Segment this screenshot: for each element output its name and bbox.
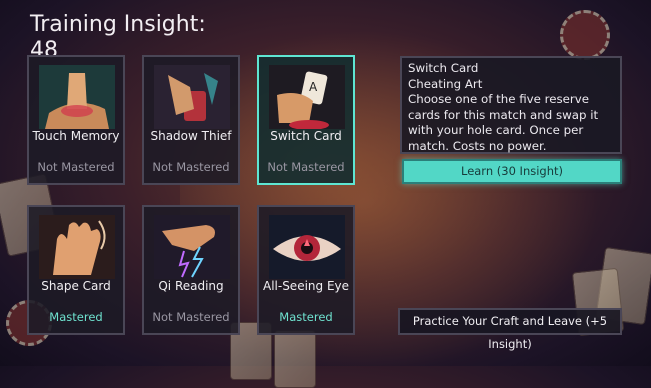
skill-card-status: Mastered xyxy=(279,310,333,324)
skill-card-name: Shadow Thief xyxy=(150,129,232,143)
skill-card-name: All-Seeing Eye xyxy=(262,279,350,293)
skill-card-name: Shape Card xyxy=(41,279,111,293)
detail-skill-name: Switch Card xyxy=(408,61,479,75)
practice-and-leave-button[interactable]: Practice Your Craft and Leave (+5 Insigh… xyxy=(398,308,622,351)
skill-card-all-seeing-eye[interactable]: All-Seeing Eye Mastered xyxy=(257,205,355,335)
skill-card-name: Touch Memory xyxy=(32,129,120,143)
skill-card-status: Not Mastered xyxy=(152,160,230,174)
finger-touch-icon xyxy=(39,65,115,129)
hand-switch-card-icon: A xyxy=(269,65,345,129)
skill-card-qi-reading[interactable]: Qi Reading Not Mastered xyxy=(142,205,240,335)
skill-card-status: Not Mastered xyxy=(267,160,345,174)
skill-card-status: Mastered xyxy=(49,310,103,324)
title-label: Training Insight: xyxy=(30,12,206,37)
hand-holding-card-icon xyxy=(154,65,230,129)
skill-card-shadow-thief[interactable]: Shadow Thief Not Mastered xyxy=(142,55,240,185)
skill-card-name: Qi Reading xyxy=(158,279,224,293)
skill-card-status: Not Mastered xyxy=(37,160,115,174)
eye-icon xyxy=(269,215,345,279)
skill-card-name: Switch Card xyxy=(270,129,342,143)
open-palm-icon xyxy=(39,215,115,279)
poker-chip xyxy=(560,10,610,60)
detail-skill-description: Choose one of the five reserve cards for… xyxy=(408,92,599,153)
skill-card-shape-card[interactable]: Shape Card Mastered xyxy=(27,205,125,335)
svg-text:A: A xyxy=(309,80,318,94)
learn-button[interactable]: Learn (30 Insight) xyxy=(402,159,622,184)
hand-lightning-icon xyxy=(154,215,230,279)
skill-description-panel: Switch Card Cheating Art Choose one of t… xyxy=(400,56,622,154)
detail-skill-category: Cheating Art xyxy=(408,76,483,91)
skill-card-touch-memory[interactable]: Touch Memory Not Mastered xyxy=(27,55,125,185)
skill-card-status: Not Mastered xyxy=(152,310,230,324)
background-card xyxy=(274,330,316,388)
skill-card-switch-card[interactable]: A Switch Card Not Mastered xyxy=(257,55,355,185)
